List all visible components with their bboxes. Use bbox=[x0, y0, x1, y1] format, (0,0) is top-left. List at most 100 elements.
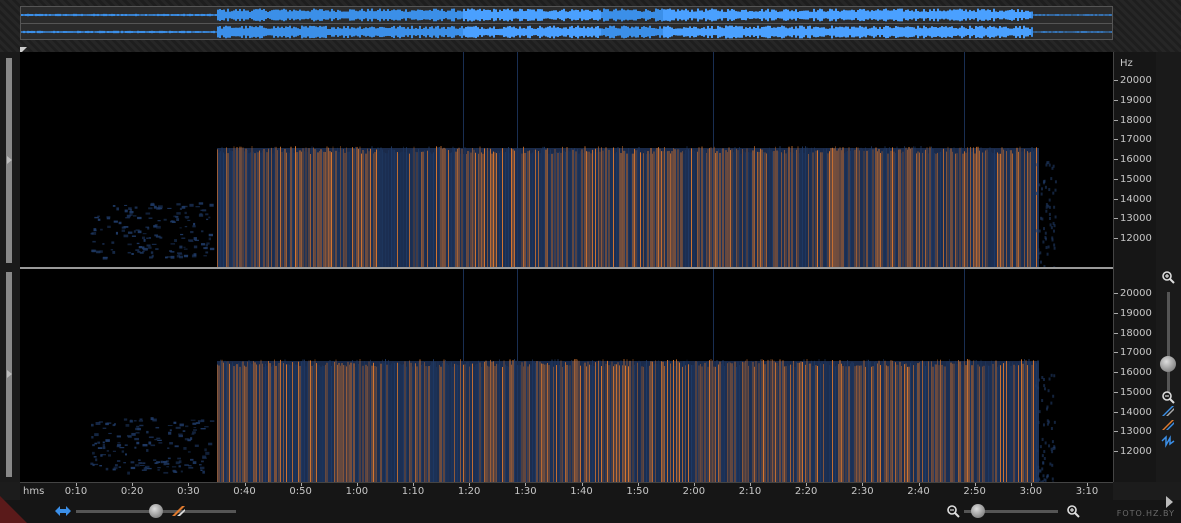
frequency-tick-label: 17000 bbox=[1120, 347, 1152, 359]
time-tick-label: 2:10 bbox=[738, 486, 762, 497]
spectrogram-channel-2-graphic bbox=[20, 269, 1113, 482]
time-tick bbox=[413, 483, 414, 486]
frequency-tick-label: 12000 bbox=[1120, 233, 1152, 244]
time-tick bbox=[862, 483, 864, 486]
frequency-tick-tick bbox=[1114, 332, 1118, 334]
vertical-zoom-toolbar bbox=[1156, 52, 1181, 482]
time-tick-label: 2:40 bbox=[907, 486, 930, 497]
frequency-tick-label: 16000 bbox=[1120, 154, 1152, 165]
spectrogram-channel-1[interactable] bbox=[20, 52, 1113, 267]
frequency-tick-tick bbox=[1114, 159, 1118, 160]
vertical-zoom-slider-track[interactable] bbox=[1167, 292, 1170, 392]
waveform-overview-graphic bbox=[21, 7, 1112, 39]
time-ruler[interactable]: hms 0:10 0:20 0:30 0:40 0:50 1:00 1:10 1:20 1:30… bbox=[20, 482, 1113, 501]
spectrogram-mode-icon[interactable] bbox=[1160, 404, 1176, 418]
frequency-tick-label: 13000 bbox=[1120, 213, 1152, 225]
display-mode-icon[interactable] bbox=[170, 504, 188, 522]
frequency-tick-label: 16000 bbox=[1120, 367, 1152, 378]
frequency-tick-label: 18000 bbox=[1120, 327, 1152, 339]
spectrogram-channel-2[interactable] bbox=[20, 269, 1113, 482]
color-mode-icon[interactable] bbox=[1160, 418, 1176, 432]
time-tick-label: 0:10 bbox=[64, 486, 88, 497]
waveform-mode-icon[interactable] bbox=[1160, 434, 1176, 448]
horizontal-zoom-in-icon[interactable] bbox=[1066, 504, 1080, 522]
time-zoom-slider-thumb[interactable] bbox=[149, 504, 163, 518]
time-tick bbox=[918, 483, 920, 486]
frequency-tick-tick bbox=[1114, 178, 1118, 180]
time-tick-label: 0:40 bbox=[233, 486, 256, 497]
spectral-editor-window: Hz 20000 19000 18000 17000 16000 15000 14000 13… bbox=[0, 0, 1181, 523]
watermark: FOTO.HZ.BY bbox=[1116, 509, 1175, 518]
time-tick-label: 1:50 bbox=[626, 486, 649, 497]
frequency-tick-tick bbox=[1114, 119, 1118, 121]
time-tick bbox=[637, 483, 639, 486]
frequency-tick-label: 19000 bbox=[1120, 307, 1152, 319]
frequency-tick-label: 15000 bbox=[1120, 386, 1152, 398]
vertical-zoom-slider-thumb[interactable] bbox=[1160, 356, 1176, 372]
frequency-tick-label: 14000 bbox=[1120, 406, 1152, 418]
time-tick-label: 2:20 bbox=[794, 486, 818, 497]
frequency-tick-label: 18000 bbox=[1120, 114, 1152, 126]
frequency-ruler[interactable]: Hz 20000 19000 18000 17000 16000 15000 14000 13… bbox=[1113, 52, 1157, 482]
frequency-unit-label: Hz bbox=[1120, 58, 1133, 69]
corner-decoration bbox=[0, 496, 27, 523]
time-tick bbox=[974, 483, 976, 486]
time-tick-label: 0:30 bbox=[177, 486, 200, 497]
channel-2-arrow-icon[interactable] bbox=[7, 370, 12, 378]
channel-1-arrow-icon[interactable] bbox=[7, 156, 12, 164]
zoom-out-icon[interactable] bbox=[1160, 390, 1176, 404]
time-tick-label: 3:00 bbox=[1019, 486, 1043, 497]
time-tick bbox=[806, 483, 808, 486]
time-tick-label: 2:00 bbox=[682, 486, 706, 497]
frequency-tick-label: 20000 bbox=[1120, 75, 1152, 86]
time-tick bbox=[1087, 483, 1088, 486]
time-tick-label: 0:50 bbox=[289, 486, 312, 497]
horizontal-zoom-slider-thumb[interactable] bbox=[971, 504, 986, 518]
frequency-tick-tick bbox=[1114, 139, 1118, 141]
frequency-tick-label: 20000 bbox=[1120, 288, 1152, 299]
frequency-tick-tick bbox=[1114, 391, 1118, 393]
frequency-tick-label: 14000 bbox=[1120, 193, 1152, 205]
time-tick-label: 1:40 bbox=[570, 486, 593, 497]
frequency-tick-tick bbox=[1114, 352, 1118, 354]
time-tick-label: 1:10 bbox=[401, 486, 425, 497]
time-tick bbox=[581, 483, 583, 486]
frequency-tick-tick bbox=[1114, 451, 1118, 452]
frequency-tick-tick bbox=[1114, 99, 1118, 101]
frequency-tick-tick bbox=[1114, 218, 1118, 220]
frequency-tick-tick bbox=[1114, 198, 1118, 200]
frequency-tick-tick bbox=[1114, 372, 1118, 373]
frequency-tick-tick bbox=[1114, 431, 1118, 433]
frequency-tick-label: 17000 bbox=[1120, 134, 1152, 146]
bottom-toolbar: FOTO.HZ.BY bbox=[0, 500, 1181, 523]
frequency-tick-tick bbox=[1114, 293, 1118, 294]
time-zoom-icon[interactable] bbox=[54, 504, 72, 522]
time-tick bbox=[469, 483, 471, 486]
frequency-tick-label: 15000 bbox=[1120, 173, 1152, 185]
frequency-tick-tick bbox=[1114, 411, 1118, 413]
time-tick bbox=[1030, 483, 1032, 486]
time-tick-label: 2:50 bbox=[963, 486, 986, 497]
frequency-tick-label: 13000 bbox=[1120, 426, 1152, 438]
waveform-overview[interactable] bbox=[20, 6, 1113, 40]
spectrogram-view[interactable] bbox=[20, 52, 1113, 482]
frequency-tick-tick bbox=[1114, 238, 1118, 239]
frequency-tick-tick bbox=[1114, 312, 1118, 314]
time-tick bbox=[76, 483, 77, 486]
time-tick bbox=[356, 483, 358, 486]
time-tick-label: 1:20 bbox=[457, 486, 481, 497]
spectrogram-channel-1-graphic bbox=[20, 52, 1113, 267]
time-tick-label: 1:30 bbox=[514, 486, 537, 497]
time-tick-label: 1:00 bbox=[345, 486, 369, 497]
horizontal-zoom-out-icon[interactable] bbox=[946, 504, 960, 522]
time-tick bbox=[525, 483, 527, 486]
frequency-tick-label: 12000 bbox=[1120, 446, 1152, 457]
channel-rail bbox=[0, 52, 20, 482]
time-tick-label: 0:20 bbox=[120, 486, 144, 497]
time-tick bbox=[244, 483, 246, 486]
scroll-right-arrow-icon[interactable] bbox=[1166, 496, 1173, 508]
time-tick bbox=[693, 483, 695, 486]
time-tick-label: 2:30 bbox=[851, 486, 874, 497]
frequency-tick-tick bbox=[1114, 80, 1118, 81]
zoom-in-icon[interactable] bbox=[1160, 270, 1176, 284]
